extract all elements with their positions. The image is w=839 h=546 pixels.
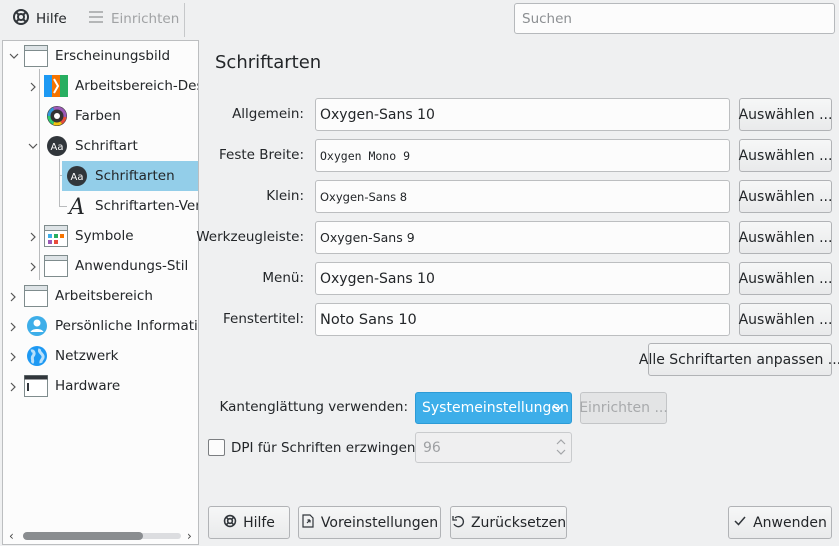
- chevron-down-icon: [552, 401, 564, 419]
- antialias-label: Kantenglättung verwenden:: [219, 399, 408, 415]
- color-wheel-icon: [46, 105, 70, 127]
- font-field-feste-breite: Oxygen Mono 9: [315, 139, 730, 172]
- adjust-all-fonts-button[interactable]: Alle Schriftarten anpassen ...: [639, 343, 839, 376]
- scrollbar-thumb[interactable]: [23, 532, 143, 540]
- select-font-button-klein[interactable]: Auswählen ...: [739, 180, 832, 213]
- chevron-right-icon[interactable]: [9, 322, 17, 332]
- chevron-right-icon[interactable]: [9, 382, 17, 392]
- select-font-button-werkzeugleiste[interactable]: Auswählen ...: [739, 221, 832, 254]
- user-icon: [26, 315, 50, 337]
- sidebar-item-label: Arbeitsbereich-Design: [75, 78, 198, 94]
- sidebar-item-label: Erscheinungsbild: [55, 48, 171, 64]
- search-input[interactable]: [514, 3, 835, 34]
- scroll-left-icon[interactable]: ‹: [9, 529, 14, 543]
- sidebar-item-label: Netzwerk: [55, 348, 119, 364]
- sidebar-item-label: Hardware: [55, 378, 121, 394]
- svg-text:A: A: [67, 195, 85, 218]
- sidebar-item-arbeitsbereich-design[interactable]: Arbeitsbereich-Design: [3, 71, 198, 101]
- icons-icon: [44, 225, 68, 247]
- font-label-allgemein: Allgemein:: [232, 106, 304, 122]
- checkmark-icon: [733, 514, 747, 532]
- chevron-right-icon[interactable]: [29, 232, 37, 242]
- defaults-button-label: Voreinstellungen: [320, 514, 439, 531]
- font-field-allgemein: Oxygen-Sans 10: [315, 98, 730, 131]
- font-label-menue: Menü:: [262, 270, 304, 286]
- sidebar-item-erscheinungsbild[interactable]: Erscheinungsbild: [3, 41, 198, 71]
- chevron-right-icon[interactable]: [29, 82, 37, 92]
- font-icon: Aa: [66, 165, 90, 187]
- font-letter-icon: A: [66, 194, 90, 220]
- select-font-button-feste-breite[interactable]: Auswählen ...: [739, 139, 832, 172]
- dpi-checkbox[interactable]: [208, 439, 225, 456]
- select-font-button-fenstertitel[interactable]: Auswählen ...: [739, 303, 832, 336]
- font-icon: Aa: [46, 135, 70, 157]
- sidebar-item-netzwerk[interactable]: Netzwerk: [3, 341, 198, 371]
- apply-button[interactable]: Anwenden: [728, 506, 832, 539]
- svg-text:Aa: Aa: [71, 172, 84, 183]
- dpi-label: DPI für Schriften erzwingen:: [231, 440, 421, 456]
- svg-text:Aa: Aa: [51, 142, 64, 153]
- toolbar-separator: [184, 3, 185, 37]
- undo-icon: [451, 514, 465, 532]
- workspace-theme-icon: [44, 75, 68, 97]
- toolbar: Hilfe Einrichten: [0, 0, 839, 38]
- font-label-feste-breite: Feste Breite:: [219, 147, 304, 163]
- document-revert-icon: [301, 513, 315, 532]
- configure-toolbar-label: Einrichten: [111, 11, 180, 27]
- chevron-right-icon[interactable]: [9, 292, 17, 302]
- apply-button-label: Anwenden: [753, 514, 827, 531]
- select-font-button-menue[interactable]: Auswählen ...: [739, 262, 832, 295]
- font-label-fenstertitel: Fenstertitel:: [222, 311, 304, 327]
- spin-arrows-icon[interactable]: [555, 436, 567, 462]
- dpi-value: 96: [423, 439, 441, 456]
- font-field-menue: Oxygen-Sans 10: [315, 262, 730, 295]
- help-button[interactable]: Hilfe: [208, 506, 290, 539]
- reset-button[interactable]: Zurücksetzen: [450, 506, 567, 539]
- font-field-klein: Oxygen-Sans 8: [315, 180, 730, 213]
- help-toolbar-label: Hilfe: [36, 11, 67, 27]
- configure-toolbar-button[interactable]: Einrichten: [81, 6, 185, 32]
- reset-button-label: Zurücksetzen: [470, 514, 567, 531]
- scroll-right-icon[interactable]: ›: [187, 529, 192, 543]
- help-button-label: Hilfe: [243, 514, 275, 531]
- chevron-right-icon[interactable]: [29, 262, 37, 272]
- page-title: Schriftarten: [215, 52, 322, 73]
- chevron-down-icon[interactable]: [28, 142, 38, 150]
- antialias-select-value: Systemeinstellungen: [422, 400, 569, 416]
- hamburger-menu-icon: [87, 8, 105, 30]
- window-icon: [24, 45, 48, 67]
- help-toolbar-button[interactable]: Hilfe: [6, 6, 73, 32]
- horizontal-scrollbar[interactable]: ‹ ›: [5, 529, 198, 543]
- select-font-button-allgemein[interactable]: Auswählen ...: [739, 98, 832, 131]
- lifebuoy-icon: [223, 514, 237, 532]
- window-icon: [44, 255, 68, 277]
- font-label-klein: Klein:: [266, 188, 304, 204]
- font-field-werkzeugleiste: Oxygen-Sans 9: [315, 221, 730, 254]
- antialias-configure-button[interactable]: Einrichten ...: [579, 392, 668, 424]
- chevron-right-icon[interactable]: [9, 352, 17, 362]
- antialias-select[interactable]: Systemeinstellungen: [415, 392, 572, 424]
- window-icon: [24, 285, 48, 307]
- font-field-fenstertitel: Noto Sans 10: [315, 303, 730, 336]
- dpi-spinbox[interactable]: 96: [415, 432, 572, 463]
- defaults-button[interactable]: Voreinstellungen: [298, 506, 441, 539]
- lifebuoy-icon: [12, 8, 30, 30]
- font-label-werkzeugleiste: Werkzeugleiste:: [196, 229, 304, 245]
- chevron-down-icon[interactable]: [9, 52, 19, 60]
- hardware-icon: [24, 375, 48, 397]
- globe-icon: [26, 345, 50, 367]
